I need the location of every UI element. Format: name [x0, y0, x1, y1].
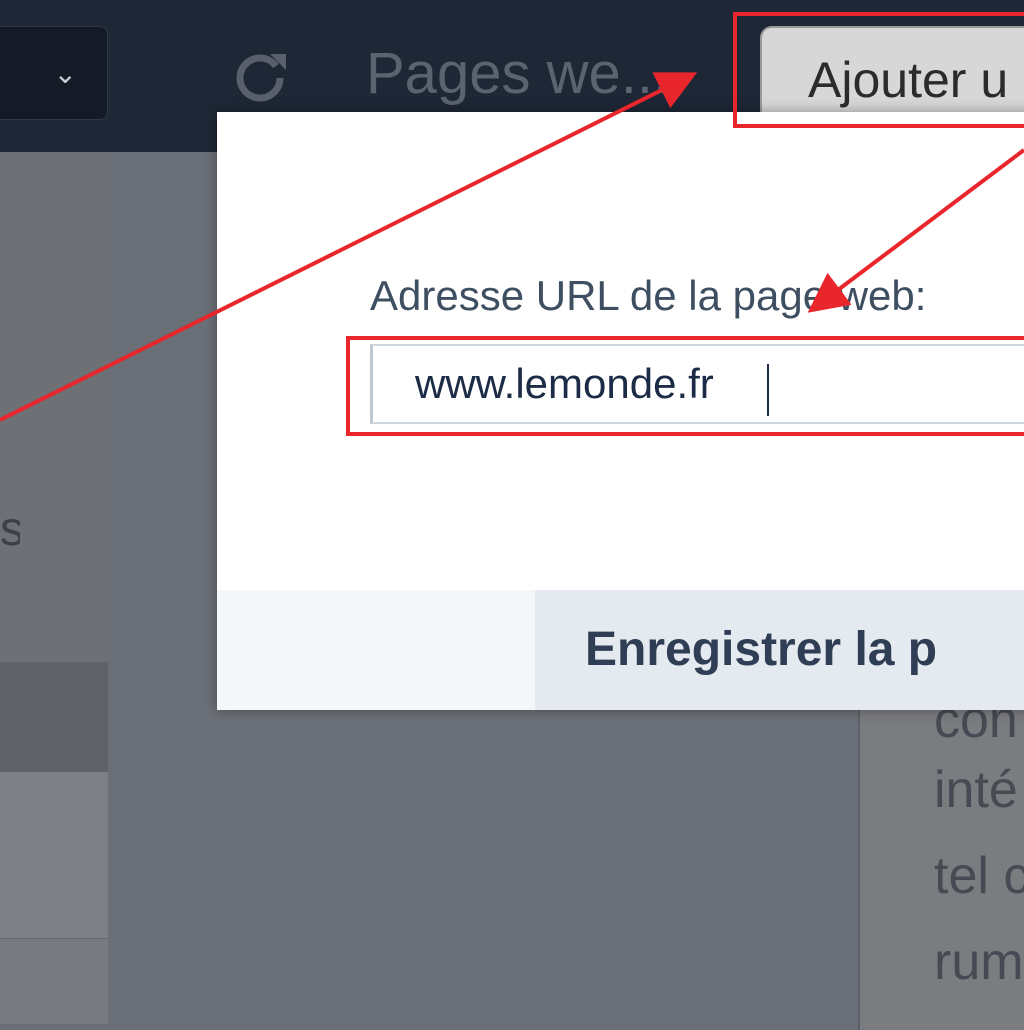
sidebar-item-label: s	[0, 503, 20, 556]
content-text-line: rum	[934, 933, 1024, 991]
add-page-button[interactable]: Ajouter u	[760, 26, 1024, 126]
content-text-line: inté	[934, 761, 1018, 819]
page-title: Pages we...	[366, 41, 670, 106]
url-field-label: Adresse URL de la page web:	[370, 272, 927, 319]
chevron-down-icon: ⌄	[53, 58, 77, 89]
sidebar-divider-block	[0, 662, 108, 772]
text-caret	[767, 364, 769, 416]
dialog-footer: Enregistrer la p	[217, 590, 1024, 710]
add-webpage-dialog: Adresse URL de la page web: Enregistrer …	[217, 112, 1024, 710]
save-page-button[interactable]: Enregistrer la p	[535, 590, 1024, 710]
content-text-line: tel c	[934, 847, 1024, 905]
sidebar-item[interactable]	[0, 772, 108, 939]
url-input[interactable]	[370, 344, 1024, 424]
menu-dropdown[interactable]: ⌄	[0, 26, 108, 120]
reload-icon[interactable]	[232, 48, 288, 104]
sidebar-panel	[0, 152, 108, 662]
left-sidebar: s	[0, 152, 108, 1024]
